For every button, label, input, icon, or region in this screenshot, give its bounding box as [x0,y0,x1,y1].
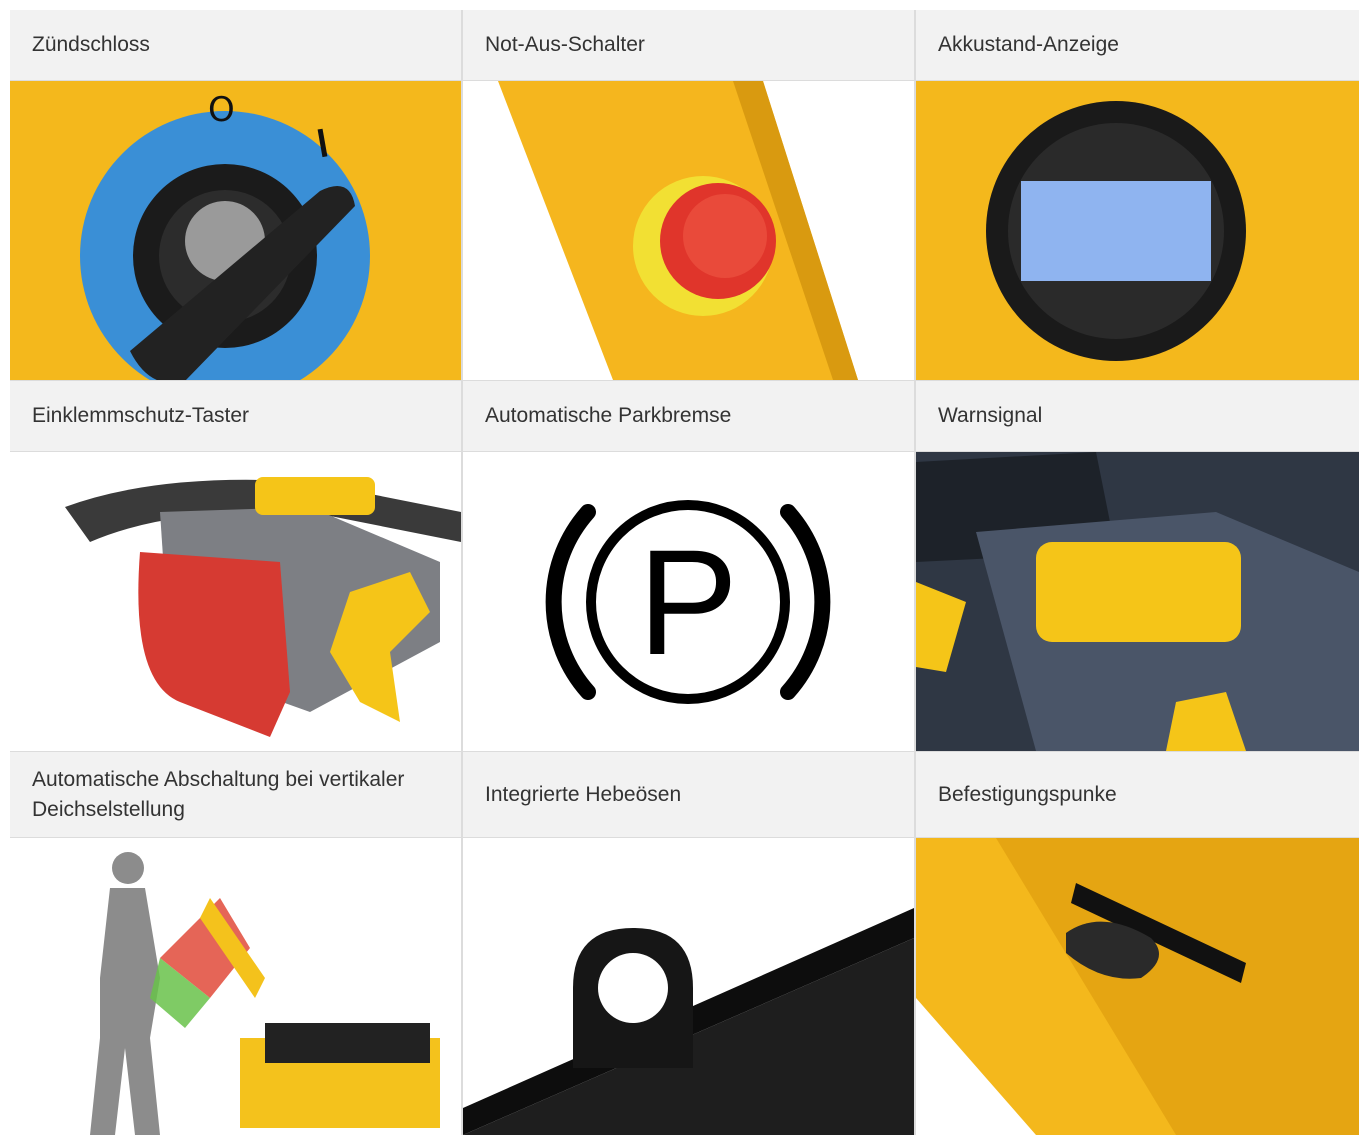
tie-down-point-icon [916,838,1359,1135]
parking-brake-icon: P [463,452,914,751]
feature-label-tiller-shutdown: Automatische Abschaltung bei vertikaler … [10,752,461,837]
feature-label-horn: Warnsignal [916,381,1359,451]
parking-brake-symbol: P [637,518,739,686]
horn-icon [916,452,1359,751]
tiller-shutdown-icon [10,838,461,1135]
ignition-key-icon: O [10,81,461,380]
feature-grid: Zündschloss Not-Aus-Schalter Akkustand-A… [10,10,1359,1135]
emergency-stop-icon [463,81,914,380]
feature-label-ignition: Zündschloss [10,10,461,80]
feature-label-lifting-eyes: Integrierte Hebeösen [463,752,914,837]
anti-trap-button-icon [10,452,461,751]
battery-display-icon [916,81,1359,380]
svg-text:O: O [208,90,235,130]
lifting-eye-icon [463,838,914,1135]
feature-label-tie-down: Befestigungspunke [916,752,1359,837]
feature-label-parking-brake: Automatische Parkbremse [463,381,914,451]
feature-label-emergency-stop: Not-Aus-Schalter [463,10,914,80]
feature-label-battery: Akkustand-Anzeige [916,10,1359,80]
feature-label-anti-trap: Einklemmschutz-Taster [10,381,461,451]
